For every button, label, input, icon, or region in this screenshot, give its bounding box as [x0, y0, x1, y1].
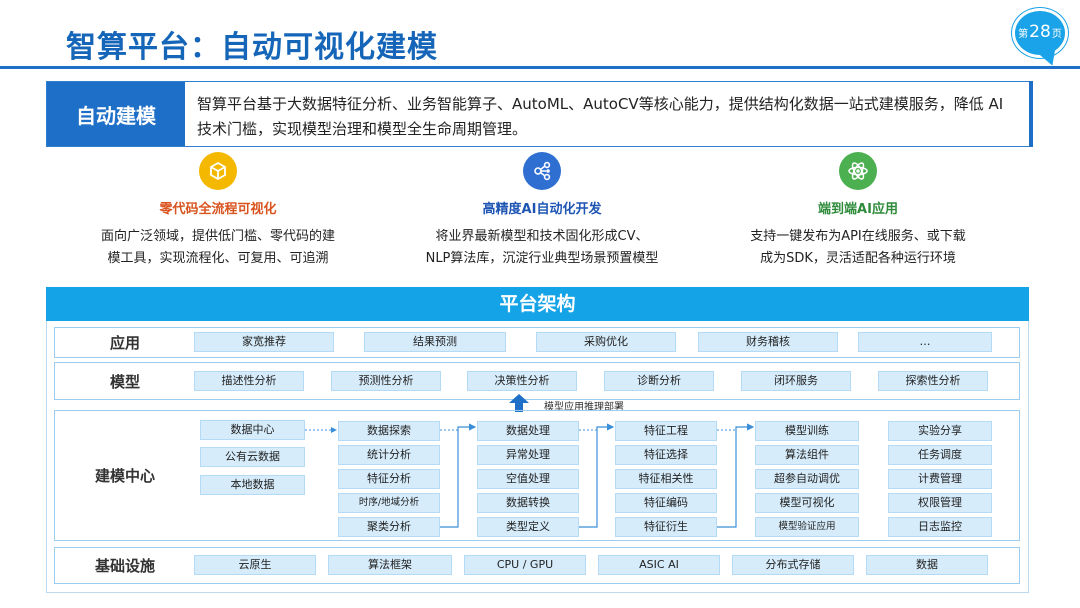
page-suffix: 页	[1051, 29, 1062, 40]
feature-engineering-item: 特征选择	[615, 445, 717, 465]
row-label: 应用	[109, 334, 140, 352]
management-item: 日志监控	[888, 517, 992, 537]
data-source-item: 数据中心	[200, 420, 305, 440]
app-item: 家宽推荐	[194, 332, 334, 352]
management-item: 计费管理	[888, 469, 992, 489]
training-item: 模型验证应用	[755, 517, 859, 537]
architecture-title: 平台架构	[46, 287, 1029, 321]
feature-engineering-header: 特征工程	[615, 421, 717, 441]
training-header: 模型训练	[755, 421, 859, 441]
row-label: 模型	[109, 372, 140, 391]
feature-high-precision: 高精度AI自动化开发 将业界最新模型和技术固化形成CV、 NLP算法库，沉淀行业典…	[392, 152, 692, 270]
model-item: 决策性分析	[467, 371, 577, 391]
infra-item: 云原生	[194, 555, 316, 575]
model-item: 闭环服务	[741, 371, 851, 391]
share-nodes-icon	[523, 152, 561, 190]
processing-item: 类型定义	[477, 517, 579, 537]
feature-engineering-item: 特征相关性	[615, 469, 717, 489]
infra-item: 算法框架	[328, 555, 452, 575]
intro-text: 智算平台基于大数据特征分析、业务智能算子、AutoML、AutoCV等核心能力，…	[197, 95, 1004, 138]
training-item: 模型可视化	[755, 493, 859, 513]
infra-item: 数据	[866, 555, 988, 575]
feature-desc-line: 面向广泛领域，提供低门槛、零代码的建	[100, 229, 335, 244]
feature-engineering-item: 特征衍生	[615, 517, 717, 537]
data-source-item: 公有云数据	[200, 447, 305, 467]
feature-title: 零代码全流程可视化	[159, 202, 277, 217]
model-item: 探索性分析	[878, 371, 988, 391]
feature-engineering-item: 特征编码	[615, 493, 717, 513]
training-item: 算法组件	[755, 445, 859, 465]
title-divider	[0, 66, 1080, 69]
processing-item: 空值处理	[477, 469, 579, 489]
app-item: 采购优化	[536, 332, 676, 352]
page-number-badge: 第28页	[1012, 8, 1076, 69]
exploration-item: 时序/地域分析	[338, 493, 440, 513]
processing-header: 数据处理	[477, 421, 579, 441]
atom-icon	[839, 152, 877, 190]
model-item: 诊断分析	[604, 371, 714, 391]
exploration-item: 聚类分析	[338, 517, 440, 537]
row-label: 建模中心	[94, 467, 155, 485]
feature-desc-line: NLP算法库，沉淀行业典型场景预置模型	[425, 251, 659, 266]
model-item: 预测性分析	[331, 371, 441, 391]
processing-item: 数据转换	[477, 493, 579, 513]
infra-item: ASIC AI	[598, 555, 720, 575]
app-item-more: …	[858, 332, 992, 352]
management-item: 实验分享	[888, 421, 992, 441]
page-number: 28	[1029, 22, 1051, 42]
exploration-header: 数据探索	[338, 421, 440, 441]
intro-label: 自动建模	[47, 82, 185, 146]
data-source-item: 本地数据	[200, 475, 305, 495]
training-item: 超参自动调优	[755, 469, 859, 489]
intro-box: 自动建模 智算平台基于大数据特征分析、业务智能算子、AutoML、AutoCV等…	[46, 81, 1033, 147]
exploration-item: 统计分析	[338, 445, 440, 465]
feature-desc-line: 模工具，实现流程化、可复用、可追溯	[107, 251, 329, 266]
feature-title: 端到端AI应用	[818, 202, 898, 217]
infra-item: CPU / GPU	[464, 555, 586, 575]
page-title: 智算平台：自动可视化建模	[66, 30, 438, 65]
processing-item: 异常处理	[477, 445, 579, 465]
page-prefix: 第	[1018, 29, 1029, 40]
exploration-item: 特征分析	[338, 469, 440, 489]
infra-item: 分布式存储	[732, 555, 854, 575]
feature-zero-code: 零代码全流程可视化 面向广泛领域，提供低门槛、零代码的建 模工具，实现流程化、可复…	[68, 152, 368, 270]
feature-title: 高精度AI自动化开发	[482, 202, 602, 217]
feature-desc-line: 支持一键发布为API在线服务、或下载	[750, 229, 966, 244]
feature-desc-line: 成为SDK，灵活适配各种运行环境	[760, 251, 956, 266]
cube-icon	[199, 152, 237, 190]
management-item: 权限管理	[888, 493, 992, 513]
app-item: 财务稽核	[698, 332, 838, 352]
management-item: 任务调度	[888, 445, 992, 465]
feature-end-to-end: 端到端AI应用 支持一键发布为API在线服务、或下载 成为SDK，灵活适配各种运行…	[708, 152, 1008, 270]
model-item: 描述性分析	[194, 371, 304, 391]
row-label: 基础设施	[94, 557, 155, 575]
app-item: 结果预测	[364, 332, 506, 352]
feature-desc-line: 将业界最新模型和技术固化形成CV、	[435, 229, 649, 244]
